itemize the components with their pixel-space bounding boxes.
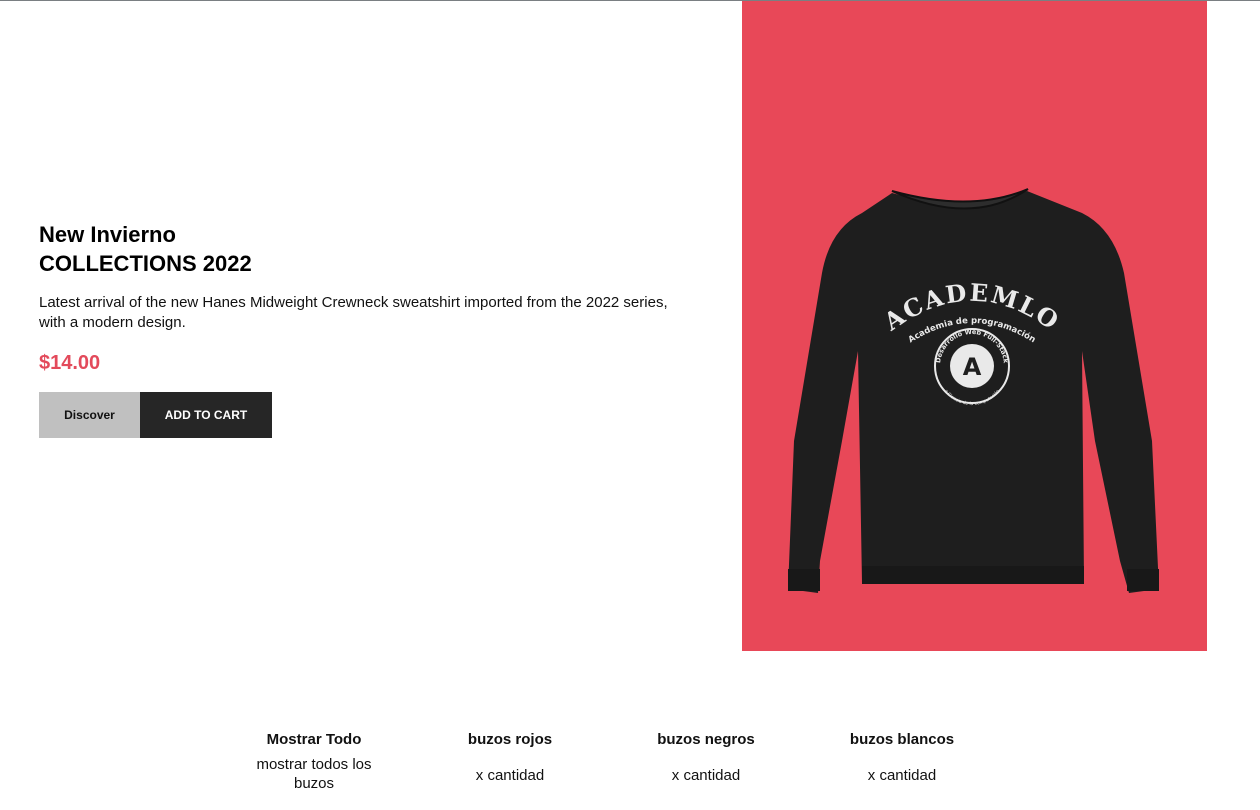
category-filters: Mostrar Todo mostrar todos los buzos buz…: [216, 728, 1000, 793]
sweatshirt-hem: [862, 566, 1084, 584]
hero-title-line-2: COLLECTIONS 2022: [39, 251, 252, 276]
right-cuff: [1127, 569, 1159, 591]
hero-title: New Invierno COLLECTIONS 2022: [39, 220, 679, 278]
page: New Invierno COLLECTIONS 2022 Latest arr…: [0, 0, 1260, 810]
sweatshirt-illustration: ACADEMLO Academia de programación Desarr…: [788, 188, 1159, 593]
left-cuff: [788, 569, 820, 591]
filter-title: Mostrar Todo: [266, 731, 362, 748]
filter-subtitle: mostrar todos los buzos: [256, 756, 372, 792]
filter-black-sweatshirts[interactable]: buzos negros x cantidad: [608, 728, 804, 793]
hero-title-line-1: New Invierno: [39, 222, 176, 247]
add-to-cart-button[interactable]: ADD TO CART: [140, 392, 272, 438]
filter-show-all[interactable]: Mostrar Todo mostrar todos los buzos: [216, 728, 412, 793]
filter-title: buzos rojos: [467, 731, 553, 748]
filter-subtitle: x cantidad: [867, 767, 937, 784]
filter-title: buzos blancos: [849, 731, 955, 748]
hero-actions: Discover ADD TO CART: [39, 392, 679, 438]
hero-section: New Invierno COLLECTIONS 2022 Latest arr…: [39, 220, 679, 438]
filter-subtitle: x cantidad: [475, 767, 545, 784]
print-badge-logo: A: [963, 353, 982, 381]
discover-button[interactable]: Discover: [39, 392, 140, 438]
sweatshirt-body: [788, 191, 1159, 593]
product-price: $14.00: [39, 352, 101, 374]
hero-description: Latest arrival of the new Hanes Midweigh…: [39, 294, 668, 331]
filter-title: buzos negros: [657, 731, 755, 748]
product-image: ACADEMLO Academia de programación Desarr…: [742, 1, 1207, 651]
filter-subtitle: x cantidad: [671, 767, 741, 784]
filter-white-sweatshirts[interactable]: buzos blancos x cantidad: [804, 728, 1000, 793]
filter-red-sweatshirts[interactable]: buzos rojos x cantidad: [412, 728, 608, 793]
